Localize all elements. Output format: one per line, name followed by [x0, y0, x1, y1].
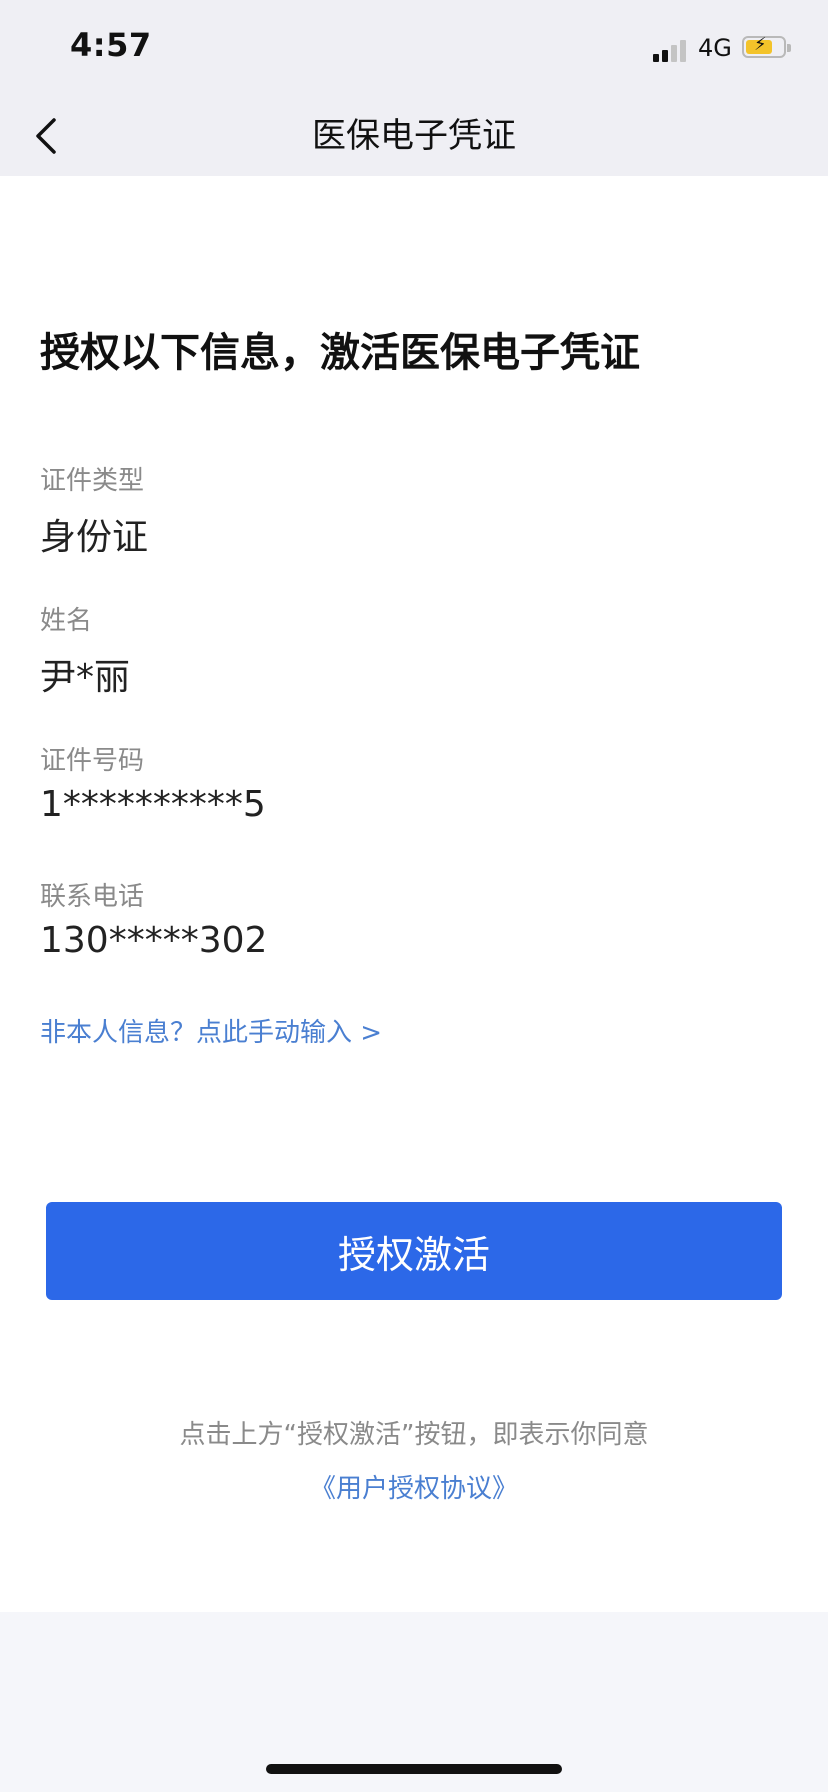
- name-value: 尹*丽: [40, 657, 131, 698]
- id-type-value: 身份证: [40, 517, 149, 558]
- authorize-activate-button[interactable]: 授权激活: [46, 1202, 782, 1300]
- status-bar: 4:57 4G ⚡: [0, 0, 828, 96]
- signal-strength-icon: [653, 38, 689, 62]
- home-indicator[interactable]: [266, 1764, 562, 1774]
- id-type-label: 证件类型: [40, 466, 145, 496]
- user-agreement-link[interactable]: 《用户授权协议》: [0, 1468, 828, 1505]
- battery-charging-icon: ⚡: [742, 34, 791, 58]
- name-label: 姓名: [40, 606, 93, 636]
- id-number-value: 1**********5: [40, 784, 266, 825]
- headline: 授权以下信息，激活医保电子凭证: [40, 330, 640, 376]
- navigation-bar: 医保电子凭证: [0, 96, 828, 176]
- phone-label: 联系电话: [40, 882, 145, 912]
- consent-text: 点击上方“授权激活”按钮，即表示你同意: [179, 1420, 649, 1450]
- manual-input-link[interactable]: 非本人信息？点此手动输入 >: [40, 1012, 382, 1049]
- phone-value: 130*****302: [40, 920, 268, 961]
- id-number-label: 证件号码: [40, 746, 145, 776]
- status-time: 4:57: [70, 26, 152, 64]
- main-content: 授权以下信息，激活医保电子凭证 证件类型 身份证 姓名 尹*丽 证件号码 1**…: [0, 176, 828, 1612]
- network-type: 4G: [698, 34, 732, 62]
- page-title: 医保电子凭证: [312, 116, 516, 156]
